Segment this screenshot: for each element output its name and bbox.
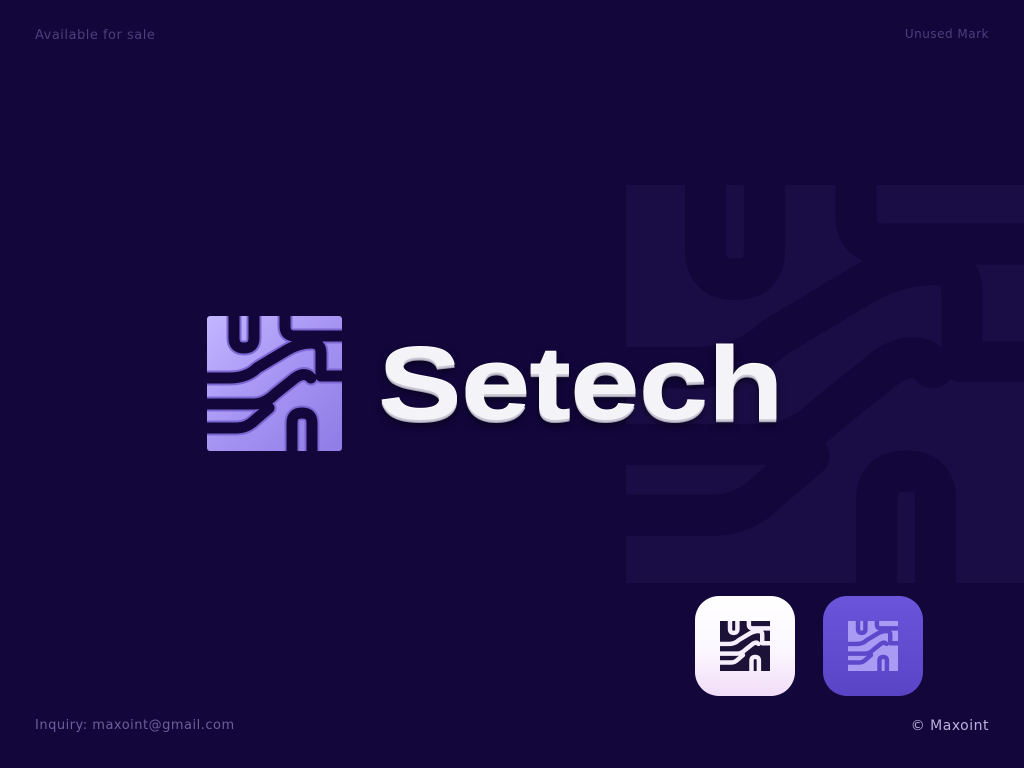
brand-wordmark: Setech (378, 326, 784, 441)
circuit-s-mark-icon (207, 316, 342, 451)
inquiry-email: Inquiry: maxoint@gmail.com (35, 718, 235, 733)
app-icon-purple (823, 596, 923, 696)
circuit-s-mark-icon (848, 621, 898, 671)
app-icon-light (695, 596, 795, 696)
mark-status-label: Unused Mark (904, 27, 989, 41)
copyright-label: © Maxoint (910, 718, 989, 734)
circuit-s-mark-icon (720, 621, 770, 671)
availability-label: Available for sale (35, 28, 156, 43)
